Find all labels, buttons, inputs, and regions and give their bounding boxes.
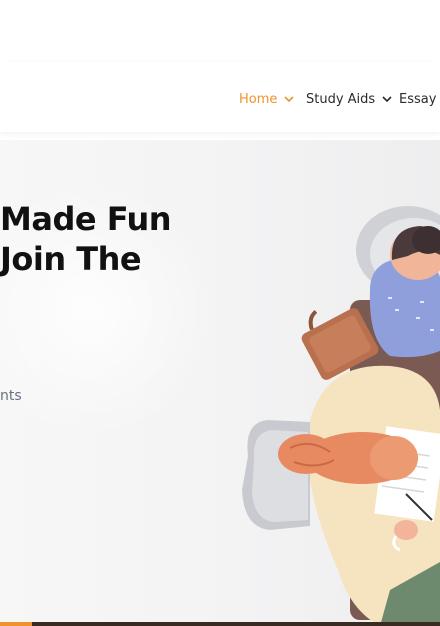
nav-item-essay[interactable]: Essay <box>399 89 436 109</box>
chevron-down-icon <box>284 95 294 102</box>
nav-item-study-aids[interactable]: Study Aids <box>306 89 392 109</box>
hero-headline-line-2: Join The <box>0 240 142 278</box>
nav-item-label: Essay <box>399 91 437 107</box>
nav-item-home[interactable]: Home <box>239 89 294 109</box>
hero-subtext: nts <box>0 388 22 404</box>
nav-item-label: Home <box>239 91 278 107</box>
study-illustration <box>242 206 440 626</box>
nav-item-label: Study Aids <box>306 91 376 107</box>
main-navbar: Home Study Aids Essay <box>0 62 440 132</box>
hero-headline-line-1: Made Fun <box>0 200 172 238</box>
chevron-down-icon <box>382 95 392 102</box>
bottom-accent-bar <box>0 622 32 626</box>
top-bar <box>0 0 440 58</box>
bottom-divider <box>0 622 440 626</box>
